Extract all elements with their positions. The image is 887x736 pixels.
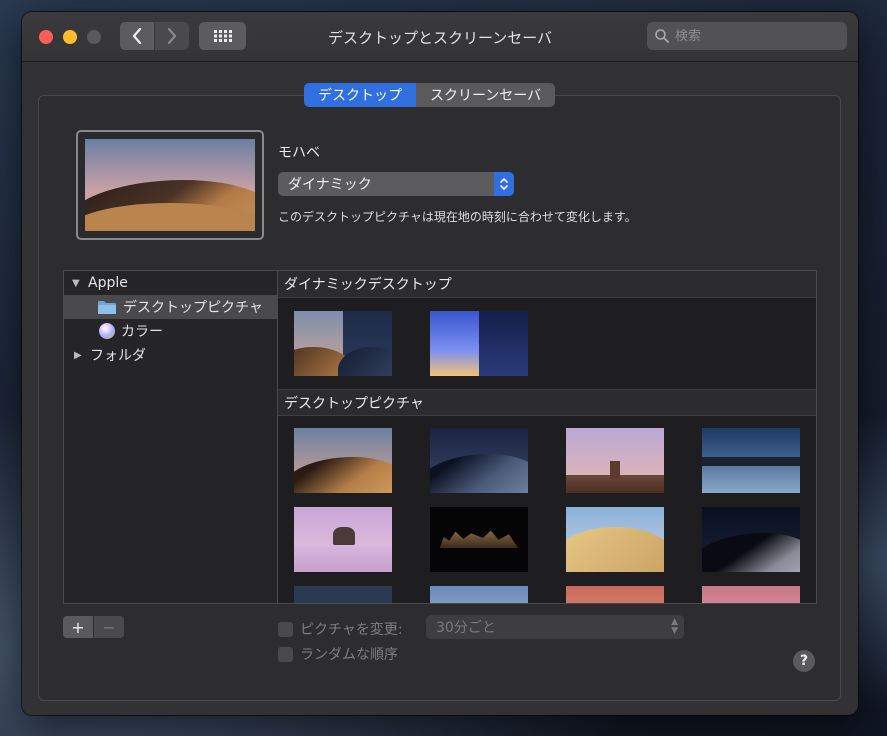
picture-thumbnails-row-2 (278, 493, 816, 572)
section-header-dynamic: ダイナミックデスクトップ (278, 271, 816, 298)
sidebar-item-label: デスクトップピクチャ (123, 300, 263, 316)
mode-value: ダイナミック (288, 177, 372, 193)
thumb-partial-2[interactable] (430, 586, 528, 603)
sidebar-item-label: カラー (121, 324, 163, 340)
mode-popup[interactable]: ダイナミック (278, 172, 514, 196)
change-picture-label: ピクチャを変更: (300, 622, 403, 638)
search-icon (655, 29, 669, 43)
sidebar-group-folders[interactable]: ▶ フォルダ (64, 343, 277, 367)
sidebar-group-label: Apple (88, 275, 128, 291)
thumb-sand-dunes[interactable] (566, 507, 664, 572)
thumb-mojave-night[interactable] (430, 428, 528, 493)
search-field[interactable] (647, 22, 847, 50)
thumb-dune-night[interactable] (702, 507, 800, 572)
sidebar-group-label: フォルダ (90, 348, 146, 364)
sidebar-group-apple[interactable]: ▼ Apple (64, 271, 277, 295)
thumb-tufa-night[interactable] (430, 507, 528, 572)
sidebar-item-colors[interactable]: カラー (64, 319, 277, 343)
disclosure-closed-icon: ▶ (74, 349, 82, 361)
random-order-option[interactable]: ランダムな順序 (278, 644, 398, 664)
dynamic-thumbnails (278, 298, 816, 389)
mojave-dune-image (85, 139, 255, 231)
preferences-window: デスクトップとスクリーンセーバ デスクトップ スクリーンセーバ モハベ ダイナミ… (22, 12, 858, 715)
folder-icon (98, 300, 116, 314)
interval-popup[interactable]: 30分ごと ▲ ▼ (426, 615, 684, 639)
updown-chevron-icon: ▲ ▼ (671, 617, 678, 636)
search-input[interactable] (675, 28, 835, 44)
thumb-solar-gradient[interactable] (430, 311, 528, 376)
source-list: ▼ Apple デスクトップピクチャ カラー ▶ フォルダ (63, 270, 278, 604)
add-folder-button[interactable]: + (63, 616, 93, 638)
section-header-desktop-pictures: デスクトップピクチャ (278, 389, 816, 416)
color-wheel-icon (99, 323, 115, 339)
random-order-label: ランダムな順序 (300, 647, 398, 663)
thumb-salt-flat[interactable] (702, 428, 800, 493)
add-remove-buttons: + − (63, 616, 124, 638)
tab-desktop[interactable]: デスクトップ (304, 83, 416, 107)
wallpaper-name: モハベ (278, 145, 320, 161)
sidebar-item-desktop-pictures[interactable]: デスクトップピクチャ (64, 295, 277, 319)
interval-value: 30分ごと (436, 620, 496, 636)
disclosure-open-icon: ▼ (72, 277, 80, 289)
random-order-checkbox[interactable] (278, 646, 293, 662)
help-button[interactable]: ? (793, 650, 815, 672)
thumb-desert-rock[interactable] (566, 428, 664, 493)
wallpaper-gallery: ダイナミックデスクトップ デスクトップピクチャ (278, 270, 817, 604)
change-picture-checkbox[interactable] (278, 621, 293, 637)
thumb-mojave-dynamic[interactable] (294, 311, 392, 376)
thumb-lake-rock[interactable] (294, 507, 392, 572)
picture-thumbnails-row-1 (278, 416, 816, 493)
tab-bar: デスクトップ スクリーンセーバ (304, 83, 556, 107)
thumb-mojave-day[interactable] (294, 428, 392, 493)
titlebar: デスクトップとスクリーンセーバ (22, 12, 858, 62)
change-picture-option[interactable]: ピクチャを変更: (278, 619, 403, 639)
current-wallpaper-preview (76, 130, 264, 240)
thumb-partial-1[interactable] (294, 586, 392, 603)
updown-chevron-icon (494, 172, 514, 196)
mode-description: このデスクトップピクチャは現在地の時刻に合わせて変化します。 (278, 210, 637, 224)
picture-thumbnails-row-3 (278, 572, 816, 603)
thumb-partial-3[interactable] (566, 586, 664, 603)
thumb-partial-4[interactable] (702, 586, 800, 603)
remove-folder-button[interactable]: − (94, 616, 124, 638)
tab-screensaver[interactable]: スクリーンセーバ (416, 83, 556, 107)
